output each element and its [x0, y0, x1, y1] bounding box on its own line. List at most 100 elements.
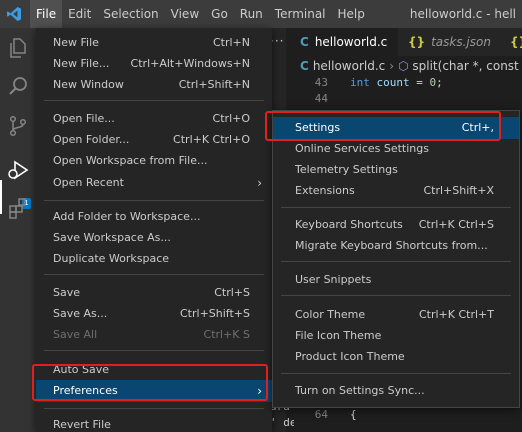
menu-item-label: New File...: [53, 57, 110, 70]
menu-go[interactable]: Go: [205, 0, 234, 28]
menu-separator: [44, 200, 264, 201]
menu-item-label: Preferences: [53, 384, 118, 397]
menu-item-open-workspace[interactable]: Open Workspace from File...: [36, 150, 272, 172]
explorer-icon[interactable]: [6, 36, 30, 60]
menu-item-add-folder[interactable]: Add Folder to Workspace...: [36, 206, 272, 228]
menu-help[interactable]: Help: [332, 0, 371, 28]
menu-item-extensions[interactable]: Extensions Ctrl+Shift+X: [273, 180, 519, 202]
search-icon[interactable]: [6, 74, 30, 98]
tab-label: tasks.json: [431, 35, 491, 49]
menu-item-file-icon-theme[interactable]: File Icon Theme: [273, 325, 519, 347]
function-icon: ⬡: [398, 59, 409, 73]
menu-item-label: Extensions: [295, 184, 355, 197]
breadcrumb: Chelloworld.c ›⬡ split(char *, const char…: [290, 56, 522, 76]
c-file-icon: C: [300, 59, 309, 73]
menu-item-save-workspace-as[interactable]: Save Workspace As...: [36, 227, 272, 249]
activity-bar: 1: [0, 28, 36, 432]
menu-separator: [44, 100, 264, 101]
menu-separator: [281, 295, 511, 296]
menu-item-label: Revert File: [53, 418, 111, 431]
tab-json[interactable]: {}: [500, 28, 522, 56]
breadcrumb-file[interactable]: helloworld.c: [313, 59, 385, 73]
menu-item-label: Auto Save: [53, 363, 110, 376]
tab-helloworld-c[interactable]: Chelloworld.c: [290, 28, 398, 56]
menu-item-shortcut: Ctrl+Shift+S: [180, 307, 250, 320]
source-control-icon[interactable]: [6, 114, 30, 138]
menu-item-save[interactable]: Save Ctrl+S: [36, 282, 272, 304]
menu-item-new-file-dots[interactable]: New File... Ctrl+Alt+Windows+N: [36, 53, 272, 75]
menu-item-shortcut: Ctrl+K S: [203, 328, 250, 341]
menu-item-label: Settings: [295, 121, 341, 134]
menu-item-revert-file[interactable]: Revert File: [36, 414, 272, 432]
menu-edit[interactable]: Edit: [62, 0, 97, 28]
menu-item-label: Open Workspace from File...: [53, 154, 208, 167]
menu-item-shortcut: Ctrl+Alt+Windows+N: [130, 57, 250, 70]
sidebar-more-actions[interactable]: ···: [270, 34, 284, 48]
editor-tabs: Chelloworld.c {} tasks.json {}: [290, 28, 522, 56]
menu-item-migrate-keyboard-shortcuts[interactable]: Migrate Keyboard Shortcuts from...: [273, 235, 519, 257]
menu-separator: [281, 207, 511, 208]
menu-item-label: Telemetry Settings: [295, 163, 398, 176]
menu-file[interactable]: File: [30, 0, 63, 28]
preferences-submenu: Settings Ctrl+, Online Services Settings …: [272, 110, 520, 408]
menu-terminal[interactable]: Terminal: [269, 0, 332, 28]
code-line: 43 int count = 0;: [290, 75, 443, 91]
menu-item-shortcut: Ctrl+K Ctrl+T: [418, 308, 494, 321]
menu-item-shortcut: Ctrl+N: [212, 36, 250, 49]
menu-item-label: Product Icon Theme: [295, 350, 405, 363]
line-number: 44: [314, 92, 328, 105]
c-file-icon: C: [300, 35, 309, 49]
menu-item-open-recent[interactable]: Open Recent ›: [36, 172, 272, 194]
menu-view[interactable]: View: [165, 0, 205, 28]
menu-separator: [281, 261, 511, 262]
menu-separator: [44, 350, 264, 351]
menu-item-shortcut: Ctrl+K Ctrl+S: [418, 218, 494, 231]
menu-item-label: Online Services Settings: [295, 142, 429, 155]
extensions-icon[interactable]: [6, 196, 30, 220]
menu-item-telemetry-settings[interactable]: Telemetry Settings: [273, 159, 519, 181]
active-indicator: [0, 180, 2, 214]
vscode-logo-icon: [7, 7, 21, 21]
menu-item-label: Migrate Keyboard Shortcuts from...: [295, 239, 488, 252]
menu-item-save-all: Save All Ctrl+K S: [36, 324, 272, 346]
run-debug-icon[interactable]: [6, 158, 30, 182]
menu-item-product-icon-theme[interactable]: Product Icon Theme: [273, 346, 519, 368]
menu-item-duplicate-workspace[interactable]: Duplicate Workspace: [36, 248, 272, 270]
code-line: 64 {: [290, 407, 357, 423]
menu-separator: [44, 408, 264, 409]
chevron-right-icon: ›: [389, 59, 395, 73]
code-line: 44: [290, 91, 350, 107]
menu-item-open-file[interactable]: Open File... Ctrl+O: [36, 108, 272, 130]
menu-item-save-as[interactable]: Save As... Ctrl+Shift+S: [36, 303, 272, 325]
breadcrumb-symbol[interactable]: split(char *, const char *: [412, 59, 522, 73]
menu-item-label: Open Folder...: [53, 133, 130, 146]
code-text: {: [350, 408, 357, 421]
menu-item-label: User Snippets: [295, 273, 372, 286]
menu-item-settings-sync[interactable]: Turn on Settings Sync...: [273, 380, 519, 402]
menu-item-label: Open File...: [53, 112, 115, 125]
menu-item-label: Add Folder to Workspace...: [53, 210, 201, 223]
menu-item-keyboard-shortcuts[interactable]: Keyboard Shortcuts Ctrl+K Ctrl+S: [273, 214, 519, 236]
menu-run[interactable]: Run: [234, 0, 269, 28]
menu-item-color-theme[interactable]: Color Theme Ctrl+K Ctrl+T: [273, 304, 519, 326]
menu-item-preferences[interactable]: Preferences ›: [36, 380, 272, 402]
menu-item-open-folder[interactable]: Open Folder... Ctrl+K Ctrl+O: [36, 129, 272, 151]
tab-tasks-json[interactable]: {} tasks.json: [398, 28, 500, 56]
menu-item-shortcut: Ctrl+Shift+N: [178, 78, 250, 91]
menu-item-new-window[interactable]: New Window Ctrl+Shift+N: [36, 74, 272, 96]
menu-item-shortcut: Ctrl+S: [214, 286, 250, 299]
line-number: 43: [314, 76, 328, 89]
window-title: helloworld.c - hell: [409, 7, 516, 21]
menu-item-label: Save: [53, 286, 81, 299]
chevron-right-icon: ›: [257, 176, 262, 190]
menu-item-shortcut: Ctrl+O: [212, 112, 250, 125]
menu-selection[interactable]: Selection: [97, 0, 164, 28]
tab-label: helloworld.c: [314, 35, 388, 49]
menu-item-settings[interactable]: Settings Ctrl+,: [273, 117, 519, 139]
json-file-icon: {}: [408, 35, 426, 49]
menu-item-label: New Window: [53, 78, 124, 91]
menu-item-online-services-settings[interactable]: Online Services Settings: [273, 138, 519, 160]
menu-item-user-snippets[interactable]: User Snippets: [273, 269, 519, 291]
menu-item-auto-save[interactable]: Auto Save: [36, 359, 272, 381]
menu-item-new-file[interactable]: New File Ctrl+N: [36, 32, 272, 54]
